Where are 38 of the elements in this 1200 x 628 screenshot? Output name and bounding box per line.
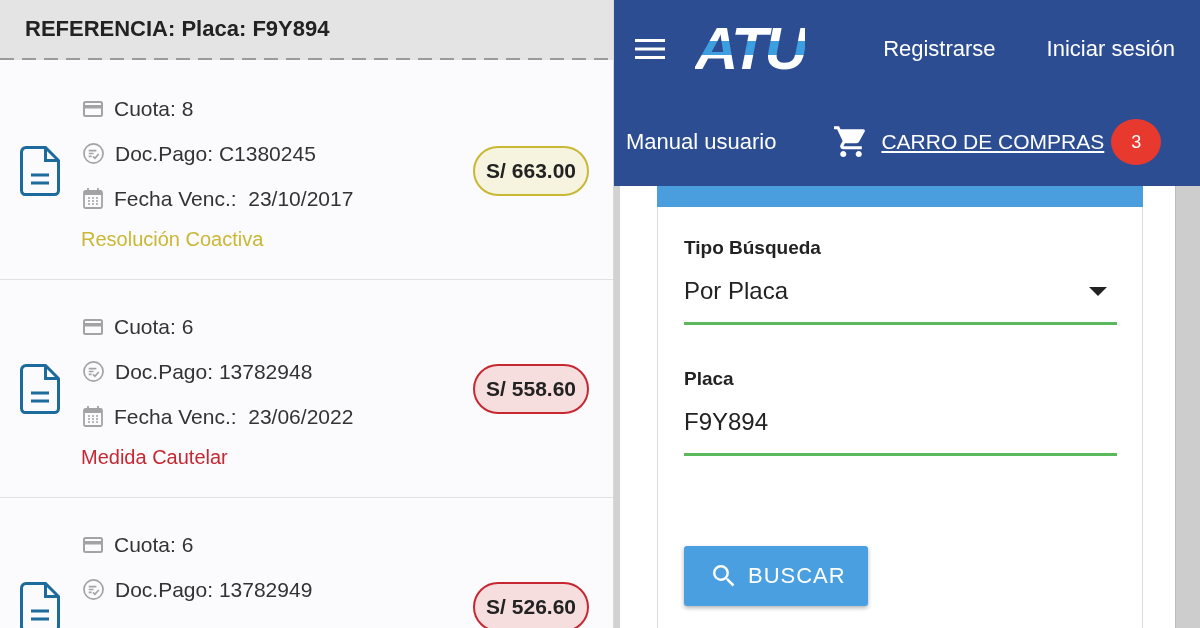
- caret-icon[interactable]: [1089, 286, 1107, 296]
- payment-doc-text: Doc.Pago: 13782948: [115, 359, 313, 384]
- calendar-icon: [83, 406, 103, 427]
- cart-link[interactable]: CARRO DE COMPRAS: [881, 130, 1105, 154]
- list-check-icon: [83, 579, 104, 600]
- select-field[interactable]: Por Placa: [684, 260, 1117, 325]
- amount-pill: S/ 558.60: [473, 363, 589, 414]
- credit-card-icon: [83, 100, 103, 117]
- installment-text: Cuota: 6: [114, 314, 194, 339]
- payment-doc-text: Doc.Pago: 13782949: [115, 577, 313, 602]
- installment-text: Cuota: 6: [114, 532, 194, 557]
- manual-link[interactable]: Manual usuario: [626, 129, 777, 155]
- field-label: Tipo Búsqueda: [684, 236, 821, 260]
- search-icon: [713, 565, 735, 587]
- status-text: Resolución Coactiva: [81, 227, 264, 251]
- credit-card-icon: [83, 318, 103, 335]
- status-text: Medida Cautelar: [81, 445, 228, 469]
- amount-pill: S/ 526.60: [473, 581, 589, 628]
- document-icon: [20, 145, 60, 196]
- list-check-icon: [83, 361, 104, 382]
- installment-text: Cuota: 8: [114, 96, 194, 121]
- credit-card-icon: [83, 536, 103, 553]
- reference-title: REFERENCIA: Placa: F9Y894: [25, 16, 330, 42]
- nav-link[interactable]: Registrarse: [883, 36, 996, 62]
- due-date-text: Fecha Venc.: 23/06/2022: [114, 404, 354, 429]
- nav-link[interactable]: Iniciar sesión: [1046, 36, 1175, 62]
- payment-doc-text: Doc.Pago: C1380245: [115, 141, 316, 166]
- document-icon: [20, 581, 60, 628]
- calendar-icon: [83, 188, 103, 209]
- amount-pill: S/ 663.00: [473, 145, 589, 196]
- cart-count-badge: 3: [1111, 119, 1162, 165]
- field-label: Placa: [684, 367, 734, 391]
- menu-icon[interactable]: [635, 39, 665, 59]
- list-check-icon: [83, 143, 104, 164]
- due-date-text: Fecha Venc.: 23/10/2017: [114, 186, 354, 211]
- document-icon: [20, 363, 60, 414]
- input-field[interactable]: F9Y894: [684, 391, 1117, 456]
- scrollbar[interactable]: [1175, 186, 1200, 628]
